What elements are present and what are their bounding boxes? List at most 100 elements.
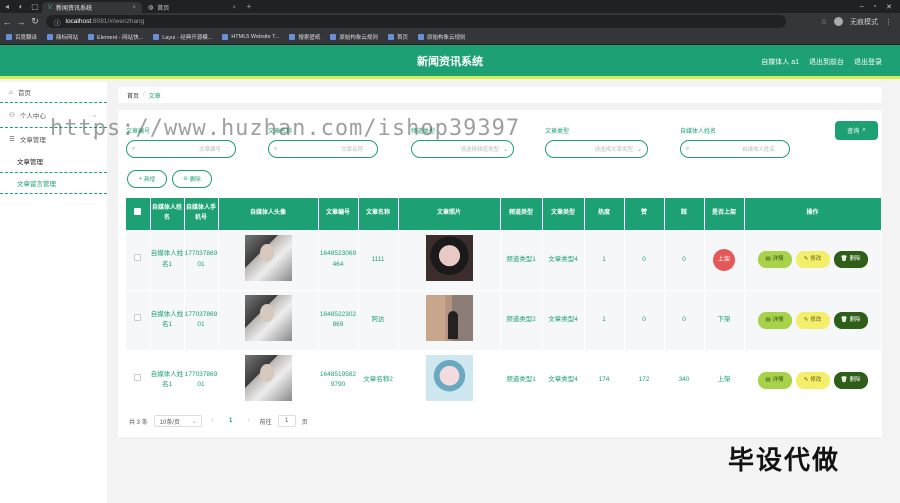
new-tab-icon[interactable]: + <box>242 2 256 11</box>
exit-to-front-link[interactable]: 退出到前台 <box>809 57 844 67</box>
sidebar-item-profile[interactable]: ⚇ 个人中心 ⌄ <box>0 102 107 128</box>
page-size-value: 10条/页 <box>159 419 181 426</box>
author-avatar-cell <box>218 350 319 411</box>
more-icon[interactable]: ⋮ <box>885 18 892 26</box>
bookmark-icon <box>153 34 160 40</box>
article-title-input[interactable]: ⌕ 文章名称 <box>268 140 378 158</box>
bookmark-label: Element - 网站快... <box>97 35 144 41</box>
reload-icon[interactable]: ↻ <box>28 16 42 27</box>
tab-search-icon[interactable]: ▢ <box>28 2 42 11</box>
delete-button[interactable]: 🗑 删除 <box>833 311 868 329</box>
back-icon[interactable]: ← <box>0 17 14 27</box>
info-icon: ⓘ <box>54 19 61 27</box>
bookmark[interactable]: 原始构象云规则 <box>417 33 465 41</box>
bookmark[interactable]: Element - 网站快... <box>88 33 143 41</box>
page-number[interactable]: 1 <box>224 418 238 424</box>
url-input[interactable]: ⓘ localhost :8081/#/wenzhang <box>46 15 786 28</box>
select-all-checkbox[interactable] <box>126 198 151 230</box>
edit-button[interactable]: ✎ 修改 <box>795 371 830 389</box>
close-window-icon[interactable]: ✕ <box>886 3 892 11</box>
maximize-icon[interactable]: ▫ <box>874 3 876 11</box>
bookmark-label: 鼎标网站 <box>56 35 79 41</box>
bookmark[interactable]: 搜索壁纸 <box>289 33 320 41</box>
sidebar-item-home[interactable]: ⌂ 首页 <box>0 82 107 102</box>
bookmark-icon <box>330 34 337 40</box>
column-header: 操作 <box>744 198 882 230</box>
search-icon: ⌕ <box>862 127 866 133</box>
user-icon: ⚇ <box>9 112 15 119</box>
search-icon: ⌕ <box>132 145 136 152</box>
star-icon[interactable]: ☆ <box>821 18 827 26</box>
delete-button[interactable]: 🗑 删除 <box>833 251 868 269</box>
input-placeholder: 自媒体人姓名 <box>741 147 775 153</box>
article-type-select[interactable]: 请选择文章类型 ⌄ <box>545 140 648 158</box>
profile-label[interactable]: 无痕模式 <box>850 17 878 27</box>
sidebar-subitem-comment-manage[interactable]: 文章留言管理 <box>0 172 107 194</box>
breadcrumb-home[interactable]: 首页 <box>127 91 139 100</box>
back-history-icon[interactable]: ◂ <box>0 2 14 11</box>
close-tab-icon[interactable]: × <box>232 5 236 11</box>
bookmark[interactable]: Layui - 经典开源模... <box>153 33 212 41</box>
browser-tab-active[interactable]: V 新闻资讯系统 × <box>42 2 142 13</box>
logout-link[interactable]: 退出登录 <box>854 57 882 67</box>
detail-label: 详情 <box>772 376 784 383</box>
article-type-cell: 文章类型4 <box>542 350 585 411</box>
bookmark[interactable]: HTML5 Website T... <box>222 34 279 40</box>
forward-icon[interactable]: → <box>14 17 28 27</box>
shelf-status-badge[interactable]: 上架 <box>713 248 735 271</box>
breadcrumb-current: 文章 <box>148 93 161 100</box>
trash-icon: 🗑 <box>840 316 848 323</box>
close-tab-icon[interactable]: × <box>132 5 136 11</box>
bookmark[interactable]: 首页 <box>387 33 408 41</box>
sidebar-item-label: 首页 <box>17 90 31 97</box>
author-name-input[interactable]: ⌕ 自媒体人姓名 <box>680 140 790 158</box>
sidebar-subitem-article-manage[interactable]: 文章管理 <box>0 150 107 172</box>
select-placeholder: 请选择文章类型 <box>594 147 633 153</box>
edit-button[interactable]: ✎ 修改 <box>795 311 830 329</box>
detail-button[interactable]: ▤ 详情 <box>757 311 792 329</box>
detail-button[interactable]: ▤ 详情 <box>757 371 792 389</box>
edit-button[interactable]: ✎ 修改 <box>795 251 830 269</box>
operations-cell: ▤ 详情 ✎ 修改 🗑 删除 <box>744 230 882 291</box>
next-page-icon[interactable]: › <box>244 418 254 424</box>
column-header: 文章照片 <box>398 198 501 230</box>
author-name-cell: 自媒体人姓名1 <box>150 230 185 291</box>
search-field-author: 自媒体人姓名 ⌕ 自媒体人姓名 <box>680 126 790 158</box>
batch-delete-button[interactable]: ⊘ 删除 <box>172 170 212 188</box>
chevron-down-icon: ⌄ <box>91 112 97 119</box>
query-button[interactable]: 查询 ⌕ <box>835 121 878 140</box>
row-checkbox[interactable] <box>126 290 151 351</box>
like-cell: 0 <box>624 230 665 291</box>
channel-type-select[interactable]: 请选择频道类型 ⌄ <box>411 140 514 158</box>
bookmark[interactable]: 鼎标网站 <box>47 33 78 41</box>
profile-avatar-icon[interactable] <box>834 17 843 26</box>
author-avatar-cell <box>218 290 319 351</box>
sidebar-item-articles[interactable]: ☰ 文章管理 ⌃ <box>0 128 107 150</box>
article-photo-image <box>425 234 473 281</box>
shelf-status-cell[interactable]: 下架 <box>704 290 745 351</box>
minimize-icon[interactable]: – <box>860 3 864 11</box>
add-button[interactable]: + 新增 <box>127 170 167 188</box>
row-checkbox[interactable] <box>126 350 151 411</box>
page-size-select[interactable]: 10条/页 ⌄ <box>153 415 202 427</box>
browser-menu-icon[interactable]: ◐ <box>14 2 28 11</box>
delete-button[interactable]: 🗑 删除 <box>833 371 868 389</box>
select-placeholder: 请选择频道类型 <box>460 147 499 153</box>
detail-button[interactable]: ▤ 详情 <box>757 251 792 269</box>
browser-tab[interactable]: ◍ 首页 × <box>142 2 242 13</box>
pencil-icon: ✎ <box>803 256 809 263</box>
pencil-icon: ✎ <box>803 376 809 383</box>
shelf-status-cell: 上架 <box>704 230 745 291</box>
article-code-cell: 1648523069464 <box>318 230 359 291</box>
prev-page-icon[interactable]: ‹ <box>208 418 218 424</box>
goto-page-input[interactable]: 1 <box>277 415 296 427</box>
bookmark-label: HTML5 Website T... <box>231 34 280 40</box>
article-type-cell: 文章类型4 <box>542 290 585 351</box>
bookmark[interactable]: 百度翻译 <box>6 33 37 41</box>
shelf-status-cell[interactable]: 上架 <box>704 350 745 411</box>
bookmark[interactable]: 原始构象云规则 <box>330 33 378 41</box>
article-code-input[interactable]: ⌕ 文章编号 <box>126 140 236 158</box>
row-checkbox[interactable] <box>126 230 151 291</box>
operations-cell: ▤ 详情 ✎ 修改 🗑 删除 <box>744 290 882 351</box>
heat-cell: 1 <box>584 230 625 291</box>
